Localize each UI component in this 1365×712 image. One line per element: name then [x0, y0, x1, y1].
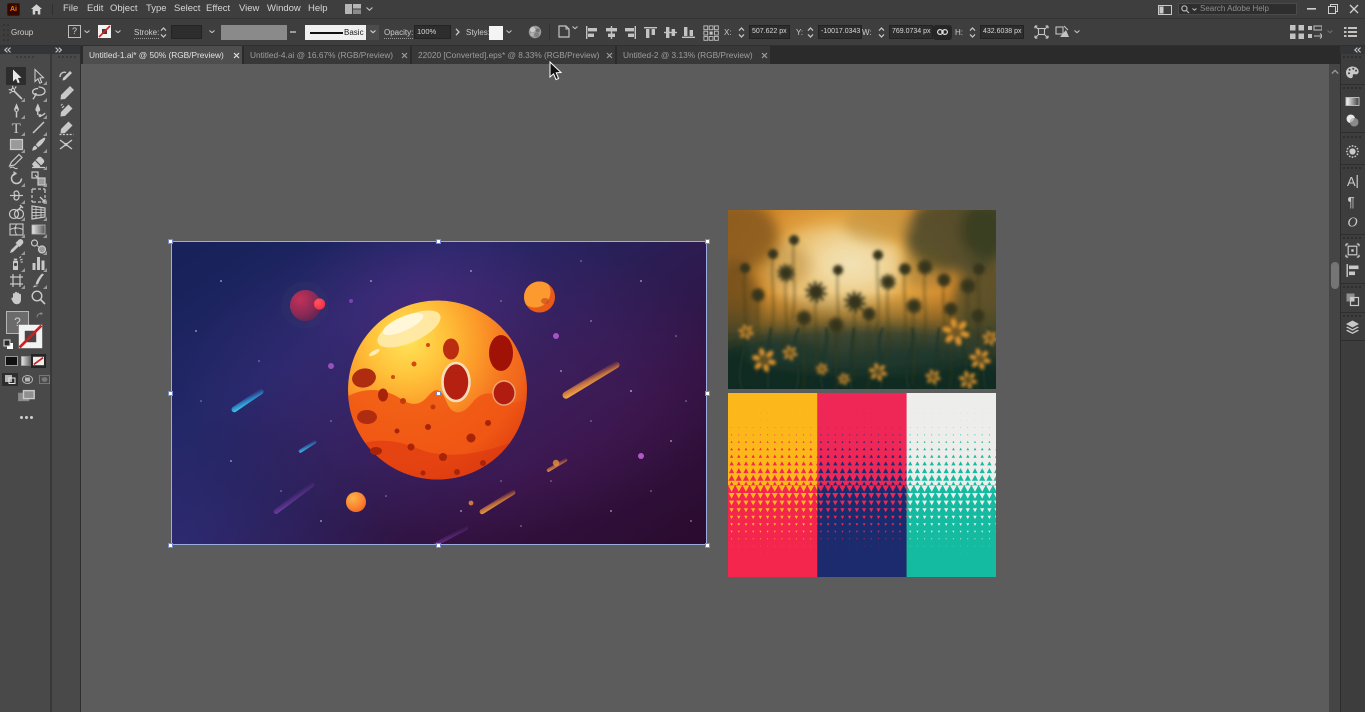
svg-text:¶: ¶	[1347, 194, 1354, 209]
svg-text:A: A	[1347, 174, 1356, 189]
svg-text:O: O	[1347, 215, 1357, 229]
svg-text:T: T	[11, 120, 20, 135]
